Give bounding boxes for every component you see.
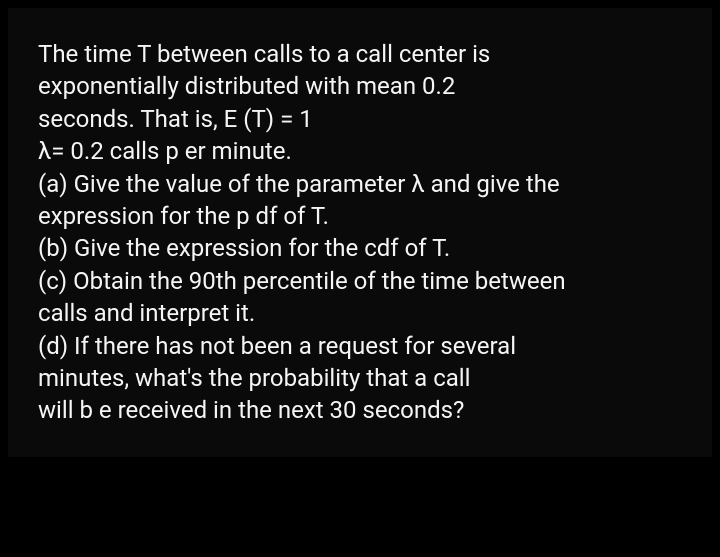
intro-line-2: exponentially distributed with mean 0.2 xyxy=(38,70,682,102)
intro-line-3: seconds. That is, E (T) = 1 xyxy=(38,103,682,135)
part-d-line-2: minutes, what's the probability that a c… xyxy=(38,362,682,394)
intro-line-1: The time T between calls to a call cente… xyxy=(38,38,682,70)
part-b-line-1: (b) Give the expression for the cdf of T… xyxy=(38,232,682,264)
part-a-line-1: (a) Give the value of the parameter λ an… xyxy=(38,168,682,200)
part-a-line-2: expression for the p df of T. xyxy=(38,200,682,232)
part-d-line-3: will b e received in the next 30 seconds… xyxy=(38,394,682,426)
problem-text: The time T between calls to a call cente… xyxy=(38,38,682,427)
part-c-line-2: calls and interpret it. xyxy=(38,297,682,329)
problem-container: The time T between calls to a call cente… xyxy=(8,8,712,457)
part-d-line-1: (d) If there has not been a request for … xyxy=(38,330,682,362)
intro-line-4: λ= 0.2 calls p er minute. xyxy=(38,135,682,167)
part-c-line-1: (c) Obtain the 90th percentile of the ti… xyxy=(38,265,682,297)
